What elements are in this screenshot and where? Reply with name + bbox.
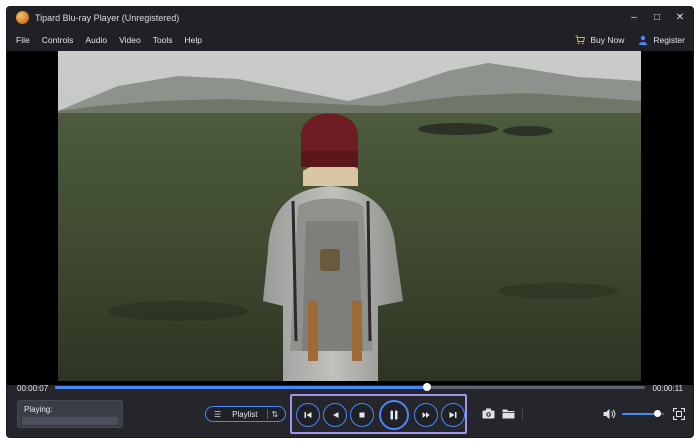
window-title: Tipard Blu-ray Player (Unregistered) [35,12,180,23]
list-icon: ☰ [214,409,222,419]
close-button[interactable]: ✕ [675,7,685,28]
playlist-order-icon[interactable]: ⇅ [272,410,279,419]
video-frame [58,51,641,381]
seek-handle[interactable] [422,383,431,391]
seek-progress [55,386,427,389]
minimize-button[interactable]: – [629,7,639,28]
volume-handle[interactable] [654,410,662,417]
volume-slider[interactable] [622,410,664,417]
now-playing-panel: Playing: [17,400,123,428]
cart-icon [575,35,586,44]
menu-video[interactable]: Video [119,35,141,45]
toolbar-divider [522,407,523,421]
player-window: Tipard Blu-ray Player (Unregistered) – □… [7,7,693,437]
register-label: Register [653,34,685,45]
now-playing-title-placeholder [22,417,118,425]
transport-controls-highlight [290,394,467,434]
current-time: 00:00:07 [17,384,49,393]
total-time: 00:00:11 [652,384,683,393]
menu-bar: File Controls Audio Video Tools Help Buy… [7,28,693,51]
skip-next-icon [449,412,457,418]
menu-help[interactable]: Help [185,35,202,45]
pause-button[interactable] [379,400,409,430]
fast-forward-button[interactable] [414,403,438,427]
rewind-icon [333,412,339,418]
buy-now-button[interactable]: Buy Now [575,35,624,45]
title-bar: Tipard Blu-ray Player (Unregistered) – □… [7,7,693,28]
user-icon [639,35,648,45]
seek-bar[interactable] [55,383,645,391]
stop-icon [359,412,365,418]
volume-level [622,413,658,415]
menu-controls[interactable]: Controls [42,35,74,45]
fullscreen-icon[interactable] [673,408,685,420]
volume-icon[interactable] [603,408,616,420]
next-button[interactable] [441,403,465,427]
previous-button[interactable] [296,403,320,427]
stop-button[interactable] [350,403,374,427]
playlist-divider [266,409,268,419]
buy-now-label: Buy Now [590,34,625,45]
playlist-button[interactable]: ☰ Playlist ⇅ [205,406,286,422]
video-area[interactable] [7,51,693,385]
fast-forward-icon [422,412,430,418]
skip-previous-icon [304,412,312,418]
playlist-label: Playlist [232,409,258,419]
menu-file[interactable]: File [16,35,30,45]
maximize-button[interactable]: □ [652,7,662,28]
menu-tools[interactable]: Tools [153,35,173,45]
menu-audio[interactable]: Audio [85,35,107,45]
rewind-button[interactable] [323,403,347,427]
pause-icon [390,410,398,420]
snapshot-camera-icon[interactable] [482,408,495,419]
app-logo-icon [16,11,29,24]
playing-label: Playing: [24,405,53,414]
open-folder-icon[interactable] [502,408,515,419]
register-button[interactable]: Register [638,35,685,45]
window-controls: – □ ✕ [629,7,685,28]
